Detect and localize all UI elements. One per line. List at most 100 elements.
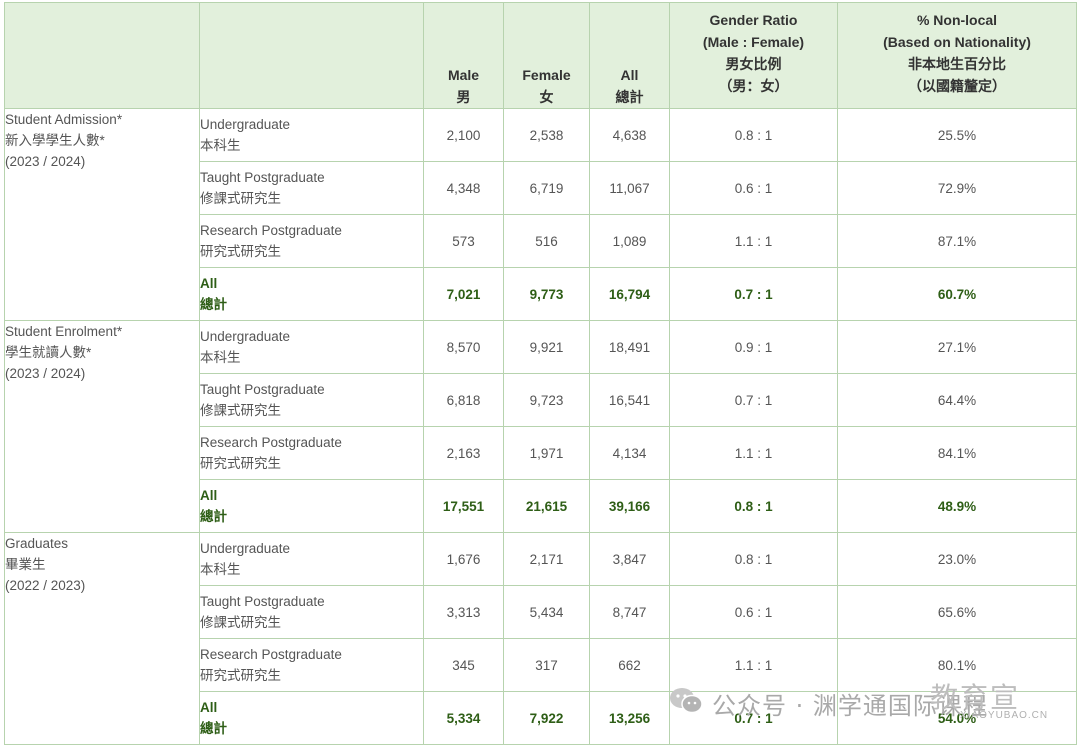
sub-category-cell: All 總計 xyxy=(199,479,424,533)
group-label-cell: Student Admission* 新入學學生人數* (2023 / 2024) xyxy=(4,108,200,321)
male-cell: 345 xyxy=(423,638,504,692)
female-cell: 516 xyxy=(503,214,590,268)
non-local-cell: 60.7% xyxy=(837,267,1077,321)
female-cell: 2,171 xyxy=(503,532,590,586)
female-cell: 21,615 xyxy=(503,479,590,533)
sub-category-line: Undergraduate xyxy=(200,541,291,556)
sub-category-cell: Research Postgraduate 研究式研究生 xyxy=(199,214,424,268)
header-gender-ratio-line-2: (Male : Female) xyxy=(702,34,805,50)
gender-ratio-cell: 0.7 : 1 xyxy=(669,691,838,745)
all-cell: 8,747 xyxy=(589,585,670,639)
sub-category-line: All xyxy=(200,488,218,503)
male-cell: 7,021 xyxy=(423,267,504,321)
male-cell: 17,551 xyxy=(423,479,504,533)
gender-ratio-cell: 0.6 : 1 xyxy=(669,161,838,215)
all-cell: 4,638 xyxy=(589,108,670,162)
sub-category-line: 本科生 xyxy=(200,350,241,365)
group-label-line: (2023 / 2024) xyxy=(5,154,86,169)
header-male-zh: 男 xyxy=(456,89,471,105)
female-cell: 5,434 xyxy=(503,585,590,639)
group-label-cell: Graduates 畢業生 (2022 / 2023) xyxy=(4,532,200,745)
gender-ratio-cell: 0.7 : 1 xyxy=(669,267,838,321)
gender-ratio-cell: 0.6 : 1 xyxy=(669,585,838,639)
sub-category-line: Research Postgraduate xyxy=(200,435,342,450)
header-all-en: All xyxy=(620,67,639,83)
sub-category-cell: Research Postgraduate 研究式研究生 xyxy=(199,426,424,480)
group-label-line: Graduates xyxy=(5,536,69,551)
gender-ratio-cell: 0.8 : 1 xyxy=(669,532,838,586)
female-cell: 2,538 xyxy=(503,108,590,162)
header-non-local: % Non-local (Based on Nationality) 非本地生百… xyxy=(837,2,1077,109)
female-cell: 9,773 xyxy=(503,267,590,321)
header-non-local-line-3: 非本地生百分比 xyxy=(908,56,1006,72)
non-local-cell: 65.6% xyxy=(837,585,1077,639)
female-cell: 7,922 xyxy=(503,691,590,745)
gender-ratio-cell: 0.7 : 1 xyxy=(669,373,838,427)
sub-category-line: 總計 xyxy=(200,297,227,312)
male-cell: 8,570 xyxy=(423,320,504,374)
header-non-local-line-4: （以國籍釐定） xyxy=(908,78,1006,94)
sub-category-line: 總計 xyxy=(200,721,227,736)
all-cell: 1,089 xyxy=(589,214,670,268)
table-row: Graduates 畢業生 (2022 / 2023) Undergraduate 本科… xyxy=(4,532,1077,745)
non-local-cell: 25.5% xyxy=(837,108,1077,162)
sub-category-cell: All 總計 xyxy=(199,267,424,321)
table-row: Student Enrolment* 學生就讀人數* (2023 / 2024) Un… xyxy=(4,320,1077,533)
sub-category-cell: Undergraduate 本科生 xyxy=(199,108,424,162)
sub-category-line: 研究式研究生 xyxy=(200,244,281,259)
all-cell: 13,256 xyxy=(589,691,670,745)
female-cell: 1,971 xyxy=(503,426,590,480)
all-cell: 662 xyxy=(589,638,670,692)
all-cell: 39,166 xyxy=(589,479,670,533)
sub-category-line: Taught Postgraduate xyxy=(200,382,325,397)
header-blank-group xyxy=(4,2,200,109)
male-cell: 1,676 xyxy=(423,532,504,586)
non-local-cell: 27.1% xyxy=(837,320,1077,374)
group-label-line: 新入學學生人數* xyxy=(5,133,105,148)
all-cell: 4,134 xyxy=(589,426,670,480)
sub-category-line: All xyxy=(200,700,218,715)
group-label-cell: Student Enrolment* 學生就讀人數* (2023 / 2024) xyxy=(4,320,200,533)
male-cell: 6,818 xyxy=(423,373,504,427)
gender-ratio-cell: 1.1 : 1 xyxy=(669,426,838,480)
non-local-cell: 23.0% xyxy=(837,532,1077,586)
header-non-local-line-1: % Non-local xyxy=(916,12,998,28)
header-all-zh: 總計 xyxy=(615,89,644,105)
header-female: Female 女 xyxy=(503,2,590,109)
group-label-line: (2022 / 2023) xyxy=(5,578,86,593)
group-label-line: Student Enrolment* xyxy=(5,324,123,339)
sub-category-line: 本科生 xyxy=(200,562,241,577)
male-cell: 573 xyxy=(423,214,504,268)
group-label-line: Student Admission* xyxy=(5,112,123,127)
header-blank-sub xyxy=(199,2,424,109)
all-cell: 16,794 xyxy=(589,267,670,321)
non-local-cell: 48.9% xyxy=(837,479,1077,533)
all-cell: 3,847 xyxy=(589,532,670,586)
header-gender-ratio: Gender Ratio (Male : Female) 男女比例 （男：女） xyxy=(669,2,838,109)
sub-category-line: Undergraduate xyxy=(200,329,291,344)
sub-category-cell: Research Postgraduate 研究式研究生 xyxy=(199,638,424,692)
sub-category-line: 研究式研究生 xyxy=(200,456,281,471)
table-row: Student Admission* 新入學學生人數* (2023 / 2024) U… xyxy=(4,108,1077,321)
sub-category-line: Taught Postgraduate xyxy=(200,170,325,185)
group-label-line: 學生就讀人數* xyxy=(5,345,92,360)
non-local-cell: 54.0% xyxy=(837,691,1077,745)
non-local-cell: 87.1% xyxy=(837,214,1077,268)
gender-ratio-cell: 0.8 : 1 xyxy=(669,479,838,533)
header-male-en: Male xyxy=(447,67,480,83)
female-cell: 9,723 xyxy=(503,373,590,427)
non-local-cell: 64.4% xyxy=(837,373,1077,427)
sub-category-cell: Undergraduate 本科生 xyxy=(199,320,424,374)
gender-ratio-cell: 1.1 : 1 xyxy=(669,214,838,268)
sub-category-line: Taught Postgraduate xyxy=(200,594,325,609)
female-cell: 317 xyxy=(503,638,590,692)
all-cell: 11,067 xyxy=(589,161,670,215)
male-cell: 2,100 xyxy=(423,108,504,162)
sub-category-line: 修課式研究生 xyxy=(200,403,281,418)
non-local-cell: 80.1% xyxy=(837,638,1077,692)
header-female-en: Female xyxy=(522,67,571,83)
sub-category-cell: Undergraduate 本科生 xyxy=(199,532,424,586)
group-label-line: 畢業生 xyxy=(5,557,46,572)
male-cell: 4,348 xyxy=(423,161,504,215)
statistics-table: Male 男 Female 女 All 總計 Gender Ratio (Mal… xyxy=(4,2,1077,745)
